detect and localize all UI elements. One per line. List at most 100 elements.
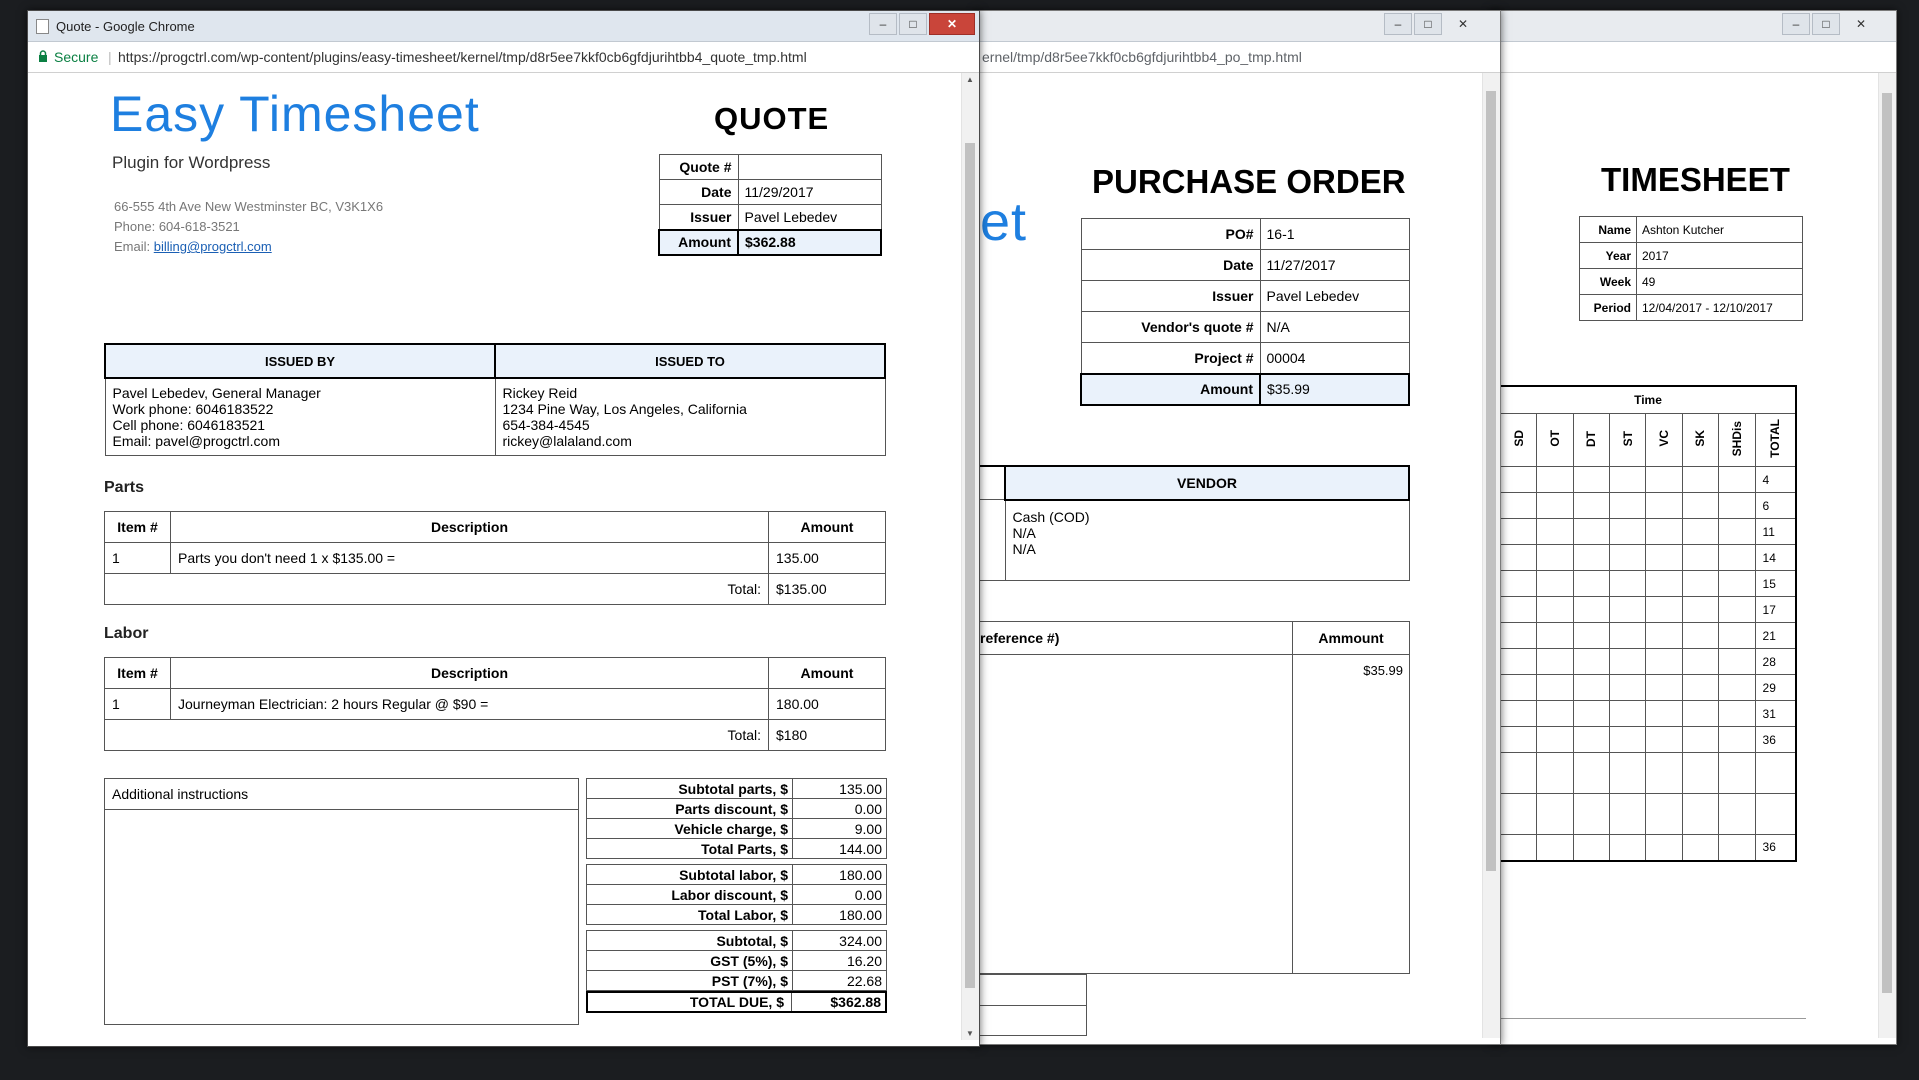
parts-table: Item # Description Amount 1 Parts you do…	[104, 511, 886, 605]
secure-label: Secure	[54, 49, 99, 65]
close-button[interactable]: ✕	[929, 13, 975, 35]
maximize-button[interactable]: □	[1812, 13, 1840, 35]
ts-cell	[1499, 596, 1538, 623]
parts-col-item: Item #	[104, 511, 171, 543]
summary-label: Labor discount, $	[586, 884, 793, 905]
quote-url[interactable]: https://progctrl.com/wp-content/plugins/…	[118, 49, 807, 65]
ts-field-row: Name Ashton Kutcher	[1579, 216, 1803, 243]
po-footer-box	[976, 974, 1087, 1036]
po-field-label: Date	[1080, 249, 1261, 281]
ts-row: 15	[1499, 570, 1797, 597]
minimize-button[interactable]: –	[1384, 13, 1412, 35]
ts-cell	[1681, 752, 1720, 794]
summary-label: Subtotal labor, $	[586, 864, 793, 885]
quote-scroll-thumb[interactable]	[965, 143, 975, 988]
ts-cell	[1609, 492, 1647, 519]
ts-total-cell: 29	[1754, 674, 1797, 701]
po-url[interactable]: ernel/tmp/d8r5ee7kkf0cb6gfdjurihtbb4_po_…	[982, 49, 1302, 65]
ts-field-value: 12/04/2017 - 12/10/2017	[1636, 294, 1803, 321]
ts-field-label: Year	[1579, 242, 1637, 269]
ts-cell	[1681, 596, 1720, 623]
po-field-value: 11/27/2017	[1259, 249, 1410, 281]
ts-cell	[1572, 596, 1611, 623]
ts-field-label: Week	[1579, 268, 1637, 295]
ts-cell	[1681, 700, 1720, 727]
minimize-button[interactable]: –	[1782, 13, 1810, 35]
po-logo-fragment: et	[980, 192, 1028, 252]
po-window-controls: – □ ✕	[1384, 13, 1482, 35]
quote-window-controls: – □ ✕	[869, 13, 975, 35]
ts-cell	[1499, 648, 1538, 675]
po-info-table: PO# 16-1 Date 11/27/2017 Issuer Pavel Lebedev…	[1080, 218, 1410, 406]
scroll-down-arrow-icon[interactable]: ▼	[966, 1029, 974, 1038]
summary-group-3: Subtotal, $324.00 GST (5%), $16.20 PST (7%…	[586, 930, 887, 991]
ts-col-label: ST	[1620, 430, 1635, 447]
ts-cell	[1572, 726, 1611, 753]
ts-cell	[1681, 492, 1720, 519]
company-email-link[interactable]: billing@progctrl.com	[154, 239, 272, 254]
quote-address-bar[interactable]: Secure | https://progctrl.com/wp-content…	[28, 42, 979, 73]
summary-row: Vehicle charge, $9.00	[586, 818, 887, 839]
close-button[interactable]: ✕	[1444, 13, 1482, 35]
ts-row	[1499, 793, 1797, 835]
ts-cell	[1499, 700, 1538, 727]
ts-cell	[1645, 834, 1683, 861]
po-field-row: Date 11/27/2017	[1080, 249, 1410, 281]
ts-cell	[1572, 648, 1611, 675]
logo-subtitle: Plugin for Wordpress	[112, 153, 271, 172]
summary-value: 9.00	[792, 818, 887, 839]
po-field-value: 16-1	[1259, 218, 1410, 250]
po-field-label: Project #	[1080, 342, 1261, 374]
timesheet-scrollbar[interactable]	[1878, 73, 1896, 1038]
po-page: et PURCHASE ORDER PO# 16-1 Date 11/27/2017 I…	[976, 73, 1500, 1044]
ts-cell	[1609, 596, 1647, 623]
ts-row	[1499, 752, 1797, 794]
timesheet-scroll-thumb[interactable]	[1882, 93, 1892, 993]
ts-cell	[1645, 570, 1683, 597]
timesheet-address-bar[interactable]	[1491, 42, 1896, 73]
vendor-header: VENDOR	[1004, 465, 1410, 501]
ts-col-label: SHDis	[1729, 420, 1744, 457]
ts-cell	[1718, 648, 1756, 675]
ts-total-cell: 15	[1754, 570, 1797, 597]
quote-scrollbar[interactable]: ▲ ▼	[961, 73, 979, 1040]
quote-field-value: $362.88	[737, 228, 882, 256]
maximize-button[interactable]: □	[899, 13, 927, 35]
ts-cell	[1718, 752, 1756, 794]
ts-cell	[1645, 648, 1683, 675]
summary-value: 144.00	[792, 838, 887, 859]
ts-row: 17	[1499, 596, 1797, 623]
company-address: 66-555 4th Ave New Westminster BC, V3K1X…	[114, 199, 384, 214]
ts-cell	[1499, 492, 1538, 519]
close-button[interactable]: ✕	[1842, 13, 1880, 35]
scroll-up-arrow-icon[interactable]: ▲	[966, 75, 974, 84]
summary-value: 180.00	[792, 864, 887, 885]
labor-col-desc: Description	[170, 657, 769, 689]
ts-cell	[1499, 726, 1538, 753]
po-address-bar[interactable]: ernel/tmp/d8r5ee7kkf0cb6gfdjurihtbb4_po_…	[976, 42, 1500, 73]
ts-cell	[1572, 492, 1611, 519]
table-row: 1 Parts you don't need 1 x $135.00 = 135…	[104, 542, 886, 574]
ts-cell	[1609, 622, 1647, 649]
parts-item-cell: 1	[104, 542, 171, 574]
po-scroll-thumb[interactable]	[1486, 91, 1496, 871]
ts-cell	[1645, 674, 1683, 701]
ammount-value: $35.99	[1292, 654, 1410, 974]
ts-field-row: Week 49	[1579, 268, 1803, 295]
maximize-button[interactable]: □	[1414, 13, 1442, 35]
url-separator: |	[108, 49, 112, 65]
ts-col-label: VC	[1657, 430, 1672, 447]
po-field-label: PO#	[1080, 218, 1261, 250]
issued-line: rickey@lalaland.com	[502, 433, 632, 449]
ts-cell	[1536, 793, 1574, 835]
po-scrollbar[interactable]	[1482, 73, 1500, 1038]
minimize-button[interactable]: –	[869, 13, 897, 35]
additional-instructions-box[interactable]: Additional instructions	[104, 778, 579, 1025]
ts-cell	[1645, 700, 1683, 727]
summary-row: GST (5%), $16.20	[586, 950, 887, 971]
ts-col-header: OT	[1536, 413, 1574, 467]
timesheet-page: TIMESHEET Name Ashton Kutcher Year 2017 Week…	[1491, 73, 1896, 1044]
ts-cell	[1572, 518, 1611, 545]
ts-total-cell: 14	[1754, 544, 1797, 571]
ts-cell	[1681, 518, 1720, 545]
